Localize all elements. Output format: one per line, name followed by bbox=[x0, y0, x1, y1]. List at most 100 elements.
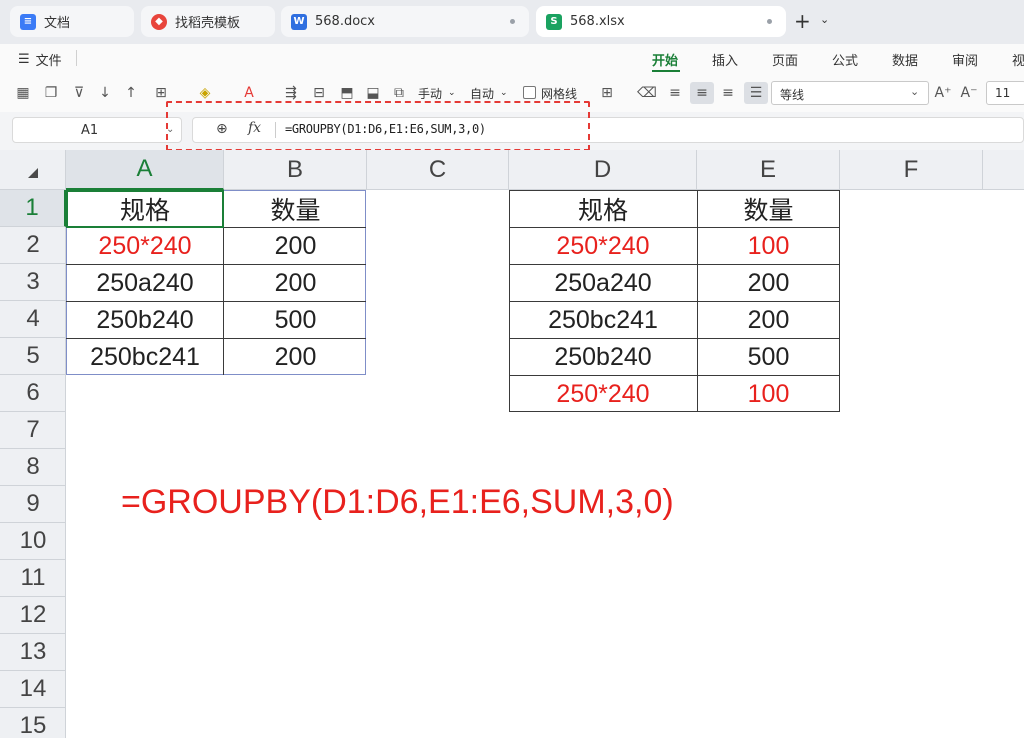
borders-icon[interactable]: ⊞ bbox=[152, 84, 170, 102]
cell-d6[interactable]: 250*240 bbox=[509, 376, 697, 412]
row-header[interactable]: 12 bbox=[0, 597, 66, 634]
row-header[interactable]: 4 bbox=[0, 301, 66, 338]
cell-e4[interactable]: 200 bbox=[697, 302, 840, 339]
increase-font-icon[interactable]: A⁺ bbox=[934, 84, 952, 102]
formula-annotation[interactable]: =GROUPBY(D1:D6,E1:E6,SUM,3,0) bbox=[121, 483, 674, 522]
row-header[interactable]: 8 bbox=[0, 449, 66, 486]
cell-b5[interactable]: 200 bbox=[224, 339, 367, 376]
cell-d1[interactable]: 规格 bbox=[509, 190, 697, 228]
cell-d2[interactable]: 250*240 bbox=[509, 228, 697, 265]
table-style-icon[interactable]: ⊞ bbox=[598, 84, 616, 102]
tab-docs[interactable]: ≡ 文档 bbox=[10, 6, 134, 37]
word-icon: W bbox=[291, 13, 307, 30]
column-header-d[interactable]: D bbox=[509, 150, 697, 190]
tab-docer-templates[interactable]: ◆ 找稻壳模板 bbox=[141, 6, 275, 37]
vertical-center-icon[interactable]: ☰ bbox=[747, 84, 765, 102]
cell-b1[interactable]: 数量 bbox=[224, 190, 367, 228]
file-menu-label: 文件 bbox=[35, 54, 62, 69]
cell-a5[interactable]: 250bc241 bbox=[66, 339, 224, 376]
sheet-icon: S bbox=[546, 13, 562, 30]
column-header-b[interactable]: B bbox=[224, 150, 367, 190]
chevron-down-icon[interactable]: ⌄ bbox=[448, 88, 456, 98]
column-width-icon[interactable]: ⬓ bbox=[364, 84, 382, 102]
row-headers: 1 2 3 4 5 6 7 8 9 10 11 12 13 14 15 bbox=[0, 190, 66, 738]
menu-data[interactable]: 数据 bbox=[892, 50, 918, 69]
cell-a3[interactable]: 250a240 bbox=[66, 265, 224, 302]
wrap-text-icon[interactable]: ⇶ bbox=[282, 84, 300, 102]
cell-b2[interactable]: 200 bbox=[224, 228, 367, 265]
align-center-icon[interactable]: ≡ bbox=[693, 84, 711, 102]
auto-calc-button[interactable]: 自动 bbox=[470, 85, 494, 102]
close-dot-icon[interactable] bbox=[510, 19, 515, 24]
file-menu[interactable]: ☰ 文件 bbox=[18, 50, 62, 69]
row-header[interactable]: 3 bbox=[0, 264, 66, 301]
row-header[interactable]: 7 bbox=[0, 412, 66, 449]
freeze-icon[interactable]: ⧉ bbox=[390, 84, 408, 102]
formula-highlight-box bbox=[166, 101, 590, 151]
tab-label: 找稻壳模板 bbox=[175, 16, 241, 31]
tab-568-docx[interactable]: W 568.docx bbox=[281, 6, 529, 37]
gridlines-checkbox[interactable] bbox=[523, 86, 536, 99]
font-name-select[interactable]: 等线 bbox=[771, 81, 929, 105]
tab-568-xlsx[interactable]: S 568.xlsx bbox=[536, 6, 786, 37]
menu-page[interactable]: 页面 bbox=[772, 50, 798, 69]
cell-b3[interactable]: 200 bbox=[224, 265, 367, 302]
gridlines-label: 网格线 bbox=[541, 87, 578, 101]
sort-descending-icon[interactable]: ↑ bbox=[122, 84, 140, 102]
row-header[interactable]: 2 bbox=[0, 227, 66, 264]
cell-a4[interactable]: 250b240 bbox=[66, 302, 224, 339]
font-color-icon[interactable]: A bbox=[240, 84, 258, 102]
paste-values-icon[interactable]: ▦ bbox=[14, 84, 32, 102]
chevron-down-icon[interactable]: ⌄ bbox=[820, 13, 829, 26]
cell-d4[interactable]: 250bc241 bbox=[509, 302, 697, 339]
cell-e1[interactable]: 数量 bbox=[697, 190, 840, 228]
row-header[interactable]: 5 bbox=[0, 338, 66, 375]
row-header[interactable]: 6 bbox=[0, 375, 66, 412]
align-right-icon[interactable]: ≡ bbox=[719, 84, 737, 102]
new-tab-plus-icon[interactable]: + bbox=[794, 9, 811, 33]
row-height-icon[interactable]: ⬒ bbox=[338, 84, 356, 102]
filter-icon[interactable]: ⊽ bbox=[70, 84, 88, 102]
cell-b4[interactable]: 500 bbox=[224, 302, 367, 339]
cell-reference: A1 bbox=[81, 123, 99, 138]
cell-e6[interactable]: 100 bbox=[697, 376, 840, 412]
menu-row: ☰ 文件 开始 插入 页面 公式 数据 审阅 视 bbox=[0, 44, 1024, 74]
column-header-c[interactable]: C bbox=[367, 150, 509, 190]
column-header-f[interactable]: F bbox=[840, 150, 983, 190]
row-header[interactable]: 1 bbox=[0, 190, 66, 227]
menu-view[interactable]: 视 bbox=[1012, 50, 1024, 69]
close-dot-icon[interactable] bbox=[767, 19, 772, 24]
row-header[interactable]: 14 bbox=[0, 671, 66, 708]
hamburger-icon: ☰ bbox=[18, 52, 30, 67]
name-box[interactable]: A1 ⌄ bbox=[12, 117, 182, 143]
manual-calc-button[interactable]: 手动 bbox=[418, 85, 442, 102]
font-size-select[interactable]: 11 bbox=[986, 81, 1024, 105]
column-header-e[interactable]: E bbox=[697, 150, 840, 190]
row-header[interactable]: 13 bbox=[0, 634, 66, 671]
cell-e2[interactable]: 100 bbox=[697, 228, 840, 265]
divider bbox=[76, 50, 77, 66]
menu-insert[interactable]: 插入 bbox=[712, 50, 738, 69]
sort-ascending-icon[interactable]: ↓ bbox=[96, 84, 114, 102]
menu-home[interactable]: 开始 bbox=[652, 50, 678, 69]
chevron-down-icon[interactable]: ⌄ bbox=[500, 88, 508, 98]
cell-d3[interactable]: 250a240 bbox=[509, 265, 697, 302]
cell-e5[interactable]: 500 bbox=[697, 339, 840, 376]
row-header[interactable]: 15 bbox=[0, 708, 66, 738]
cell-a2[interactable]: 250*240 bbox=[66, 228, 224, 265]
menu-formulas[interactable]: 公式 bbox=[832, 50, 858, 69]
align-left-icon[interactable]: ≡ bbox=[666, 84, 684, 102]
decrease-font-icon[interactable]: A⁻ bbox=[960, 84, 978, 102]
column-header-a[interactable]: A bbox=[66, 150, 224, 190]
row-header[interactable]: 9 bbox=[0, 486, 66, 523]
merge-cells-icon[interactable]: ⊟ bbox=[310, 84, 328, 102]
cell-e3[interactable]: 200 bbox=[697, 265, 840, 302]
menu-review[interactable]: 审阅 bbox=[952, 50, 978, 69]
clipboard-icon[interactable]: ❐ bbox=[42, 84, 60, 102]
fill-color-icon[interactable]: ◈ bbox=[196, 84, 214, 102]
chevron-down-icon[interactable]: ⌄ bbox=[910, 85, 919, 98]
row-header[interactable]: 11 bbox=[0, 560, 66, 597]
row-header[interactable]: 10 bbox=[0, 523, 66, 560]
cell-d5[interactable]: 250b240 bbox=[509, 339, 697, 376]
clear-format-icon[interactable]: ⌫ bbox=[637, 84, 657, 102]
